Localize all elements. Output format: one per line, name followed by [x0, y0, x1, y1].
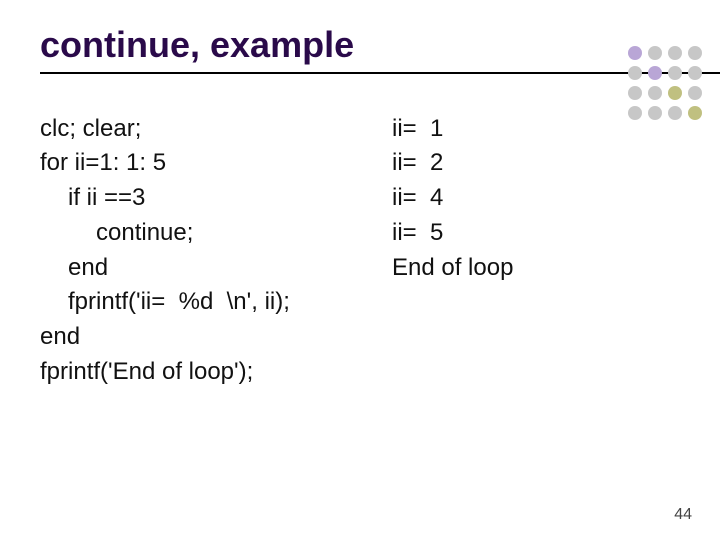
code-line: end	[40, 320, 392, 355]
dot-icon	[688, 66, 702, 80]
dot-icon	[668, 46, 682, 60]
dot-icon	[628, 66, 642, 80]
dot-icon	[668, 106, 682, 120]
dot-icon	[628, 106, 642, 120]
dot-icon	[668, 86, 682, 100]
code-column: clc; clear; for ii=1: 1: 5 if ii ==3 con…	[40, 112, 392, 390]
dot-icon	[648, 106, 662, 120]
dot-icon	[688, 86, 702, 100]
output-line: End of loop	[392, 251, 680, 286]
dot-icon	[688, 106, 702, 120]
dot-icon	[648, 66, 662, 80]
output-column: ii= 1 ii= 2 ii= 4 ii= 5 End of loop	[392, 112, 680, 390]
decorative-dots	[628, 46, 702, 120]
dot-icon	[688, 46, 702, 60]
code-line: continue;	[40, 216, 392, 251]
output-line: ii= 2	[392, 146, 680, 181]
code-line: fprintf('End of loop');	[40, 355, 392, 390]
code-line: for ii=1: 1: 5	[40, 146, 392, 181]
page-number: 44	[674, 506, 692, 524]
dot-icon	[648, 86, 662, 100]
code-line: if ii ==3	[40, 181, 392, 216]
code-line: end	[40, 251, 392, 286]
code-line: fprintf('ii= %d \n', ii);	[40, 285, 392, 320]
code-line: clc; clear;	[40, 112, 392, 147]
output-line: ii= 4	[392, 181, 680, 216]
dot-icon	[628, 46, 642, 60]
dot-icon	[628, 86, 642, 100]
dot-icon	[648, 46, 662, 60]
title-area: continue, example	[40, 24, 680, 74]
dot-icon	[668, 66, 682, 80]
slide: continue, example clc; clear; for ii=1: …	[0, 0, 720, 540]
slide-title: continue, example	[40, 24, 680, 66]
output-line: ii= 5	[392, 216, 680, 251]
title-underline	[40, 72, 720, 74]
content-columns: clc; clear; for ii=1: 1: 5 if ii ==3 con…	[40, 112, 680, 390]
